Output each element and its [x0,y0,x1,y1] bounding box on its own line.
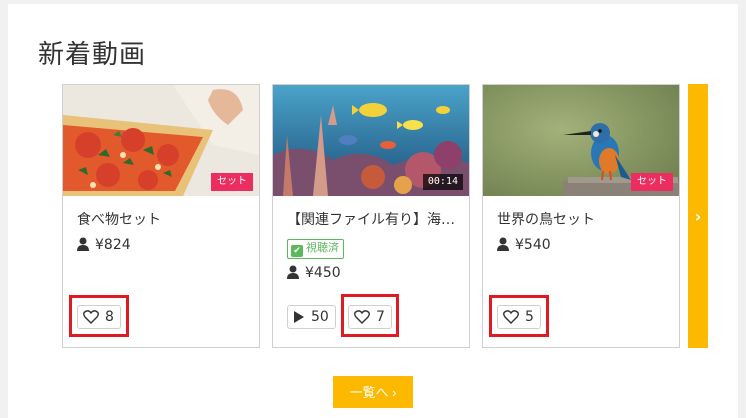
like-count: 8 [105,309,114,325]
play-count-button[interactable]: 50 [287,305,336,329]
video-card-3[interactable]: セット 世界の鳥セット ¥540 5 [482,84,680,348]
carousel-next-button[interactable]: › [688,84,708,348]
price-value: ¥824 [95,237,131,253]
check-icon: ✔ [291,245,303,257]
price: ¥450 [287,265,341,281]
price: ¥824 [77,237,131,253]
play-count: 50 [311,309,329,325]
new-videos-panel: 新着動画 セット 食べ物セット ¥824 8 00:14 【関連ファイル有り】海… [8,4,738,418]
view-list-button[interactable]: 一覧へ › [333,376,413,408]
video-title[interactable]: 世界の鳥セット [497,209,669,229]
like-count: 5 [525,309,534,325]
chevron-right-icon: › [694,206,702,226]
like-button[interactable]: 5 [497,305,541,329]
heart-icon [354,310,370,324]
like-button[interactable]: 8 [77,305,121,329]
price-value: ¥540 [515,237,551,253]
price-value: ¥450 [305,265,341,281]
heart-icon [83,310,99,324]
price: ¥540 [497,237,551,253]
user-icon [497,237,509,251]
watched-badge: ✔ 視聴済 [287,239,344,259]
video-card-2[interactable]: 00:14 【関連ファイル有り】海… ✔ 視聴済 ¥450 50 7 [272,84,470,348]
video-title[interactable]: 【関連ファイル有り】海… [287,209,459,229]
video-card-1[interactable]: セット 食べ物セット ¥824 8 [62,84,260,348]
like-button[interactable]: 7 [348,305,392,329]
heart-icon [503,310,519,324]
like-count: 7 [376,309,385,325]
set-badge: セット [211,173,253,191]
play-icon [294,311,304,323]
duration-badge: 00:14 [422,174,463,190]
watched-label: 視聴済 [306,241,339,254]
set-badge: セット [631,173,673,191]
user-icon [287,265,299,279]
section-title: 新着動画 [38,40,147,70]
user-icon [77,237,89,251]
video-title[interactable]: 食べ物セット [77,209,249,229]
